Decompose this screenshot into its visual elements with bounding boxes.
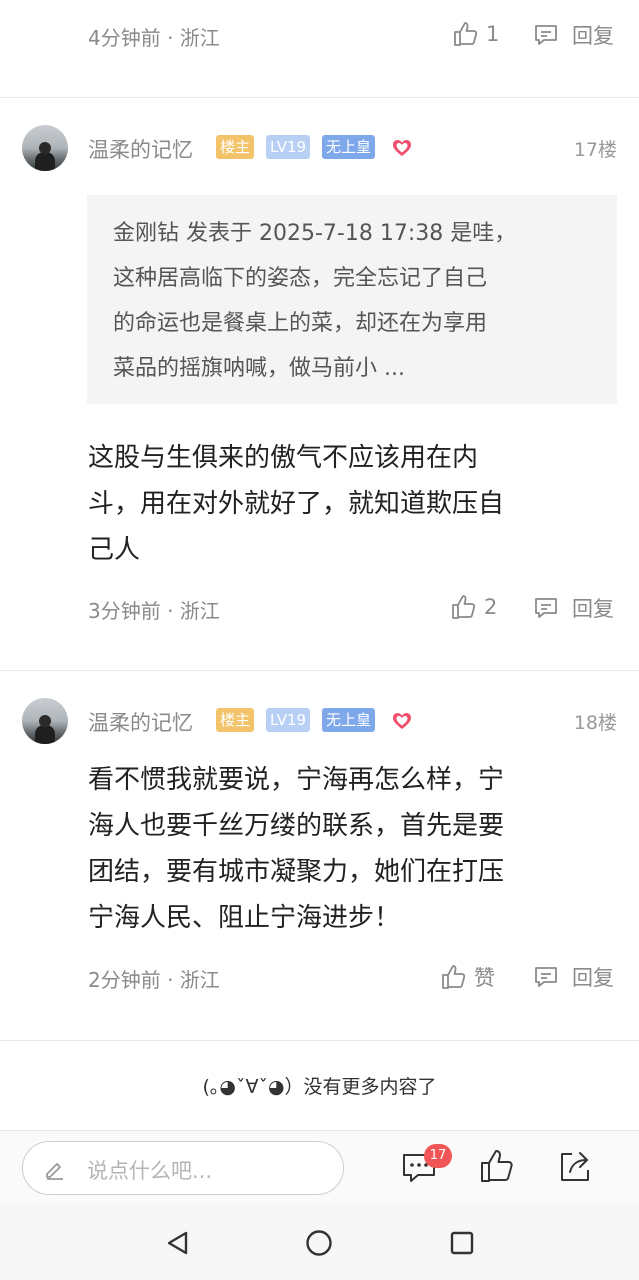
rank-badge: 无上皇 (322, 135, 376, 159)
username[interactable]: 温柔的记忆 (88, 134, 193, 164)
no-more-content: (｡◕ˇ∀ˇ◕）没有更多内容了 (202, 1076, 437, 1098)
level-badge: LV19 (266, 708, 311, 732)
like-label: 赞 (474, 966, 495, 990)
system-nav-bar (0, 1204, 639, 1280)
avatar[interactable] (22, 125, 68, 171)
input-placeholder: 说点什么吧... (87, 1159, 213, 1183)
comment-line: 己人 (88, 535, 141, 565)
like-button[interactable]: 赞 (440, 962, 495, 992)
comment-line: 海人也要千丝万缕的联系，首先是要 (88, 811, 505, 841)
pencil-icon (46, 1163, 63, 1180)
bottom-bar: 说点什么吧... (0, 1130, 639, 1204)
comment-count-badge: 17 (424, 1144, 452, 1168)
comment-line: 团结，要有城市凝聚力，她们在打压 (88, 857, 505, 887)
comment-meta: 2分钟前 · 浙江 (88, 968, 220, 992)
username[interactable]: 温柔的记忆 (88, 707, 193, 737)
thumb-up-icon[interactable] (478, 1147, 516, 1185)
thumb-up-icon (454, 22, 478, 46)
reply-icon (535, 598, 557, 618)
quote-line: 的命运也是餐桌上的菜，却还在为享用 (113, 311, 488, 336)
prev-comment-meta: 4分钟前 · 浙江 (88, 26, 220, 50)
comment-line: 宁海人民、阻止宁海进步！ (88, 903, 401, 933)
like-count: 2 (484, 595, 498, 619)
comment-meta: 3分钟前 · 浙江 (88, 599, 220, 623)
share-icon[interactable] (556, 1148, 594, 1186)
prev-like-count: 1 (486, 22, 500, 46)
prev-reply-button[interactable]: 回复 (532, 20, 614, 50)
heart-icon (393, 713, 411, 729)
recents-square-icon[interactable] (449, 1230, 475, 1256)
owner-badge: 楼主 (216, 708, 255, 732)
quote-line: 这种居高临下的姿态，完全忘记了自己 (113, 266, 488, 291)
divider (0, 1040, 639, 1041)
comment-line: 这股与生俱来的傲气不应该用在内 (88, 443, 479, 473)
thumb-up-icon (452, 595, 476, 619)
reply-button[interactable]: 回复 (532, 593, 614, 623)
back-triangle-icon[interactable] (164, 1229, 192, 1257)
level-badge: LV19 (266, 135, 311, 159)
reply-icon (535, 25, 557, 45)
avatar[interactable] (22, 698, 68, 744)
rank-badge: 无上皇 (322, 708, 376, 732)
quote-line: 菜品的摇旗呐喊，做马前小 ... (113, 356, 405, 381)
comment-text: 这股与生俱来的傲气不应该用在内 斗，用在对外就好了，就知道欺压自 己人 (88, 435, 588, 573)
home-circle-icon[interactable] (305, 1229, 333, 1257)
divider (0, 97, 639, 98)
thumb-up-icon (442, 965, 466, 989)
comment-input[interactable]: 说点什么吧... (22, 1141, 344, 1195)
comment-text: 看不惯我就要说，宁海再怎么样，宁 海人也要千丝万缕的联系，首先是要 团结，要有城… (88, 757, 588, 941)
quote-block[interactable]: 金刚钻 发表于 2025-7-18 17:38 是哇， 这种居高临下的姿态，完全… (87, 195, 617, 404)
reply-label: 回复 (572, 966, 614, 990)
prev-like-button[interactable]: 1 (452, 20, 499, 48)
divider (0, 670, 639, 671)
heart-icon (393, 140, 411, 156)
owner-badge: 楼主 (216, 135, 255, 159)
comment-line: 看不惯我就要说，宁海再怎么样，宁 (88, 765, 505, 795)
quote-line: 金刚钻 发表于 2025-7-18 17:38 是哇， (113, 221, 517, 246)
reply-label: 回复 (572, 24, 614, 48)
reply-button[interactable]: 回复 (532, 962, 614, 992)
floor-number: 18楼 (573, 712, 617, 734)
reply-label: 回复 (572, 597, 614, 621)
floor-number: 17楼 (573, 139, 617, 161)
like-button[interactable]: 2 (450, 593, 497, 621)
reply-icon (535, 967, 557, 987)
comment-line: 斗，用在对外就好了，就知道欺压自 (88, 489, 505, 519)
